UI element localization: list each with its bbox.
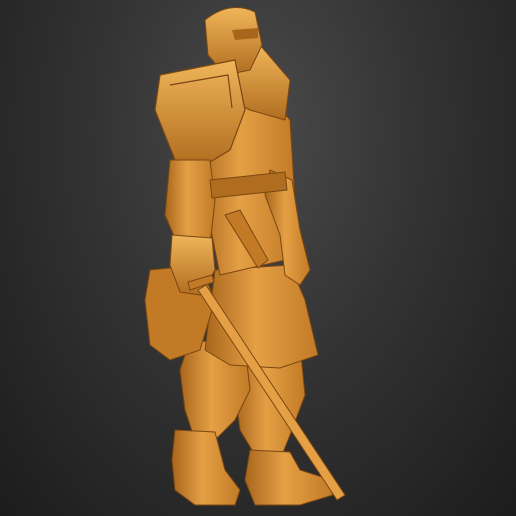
3d-viewport[interactable] bbox=[0, 0, 516, 516]
sculpted-warrior-model bbox=[144, 7, 346, 506]
visor bbox=[232, 28, 258, 40]
